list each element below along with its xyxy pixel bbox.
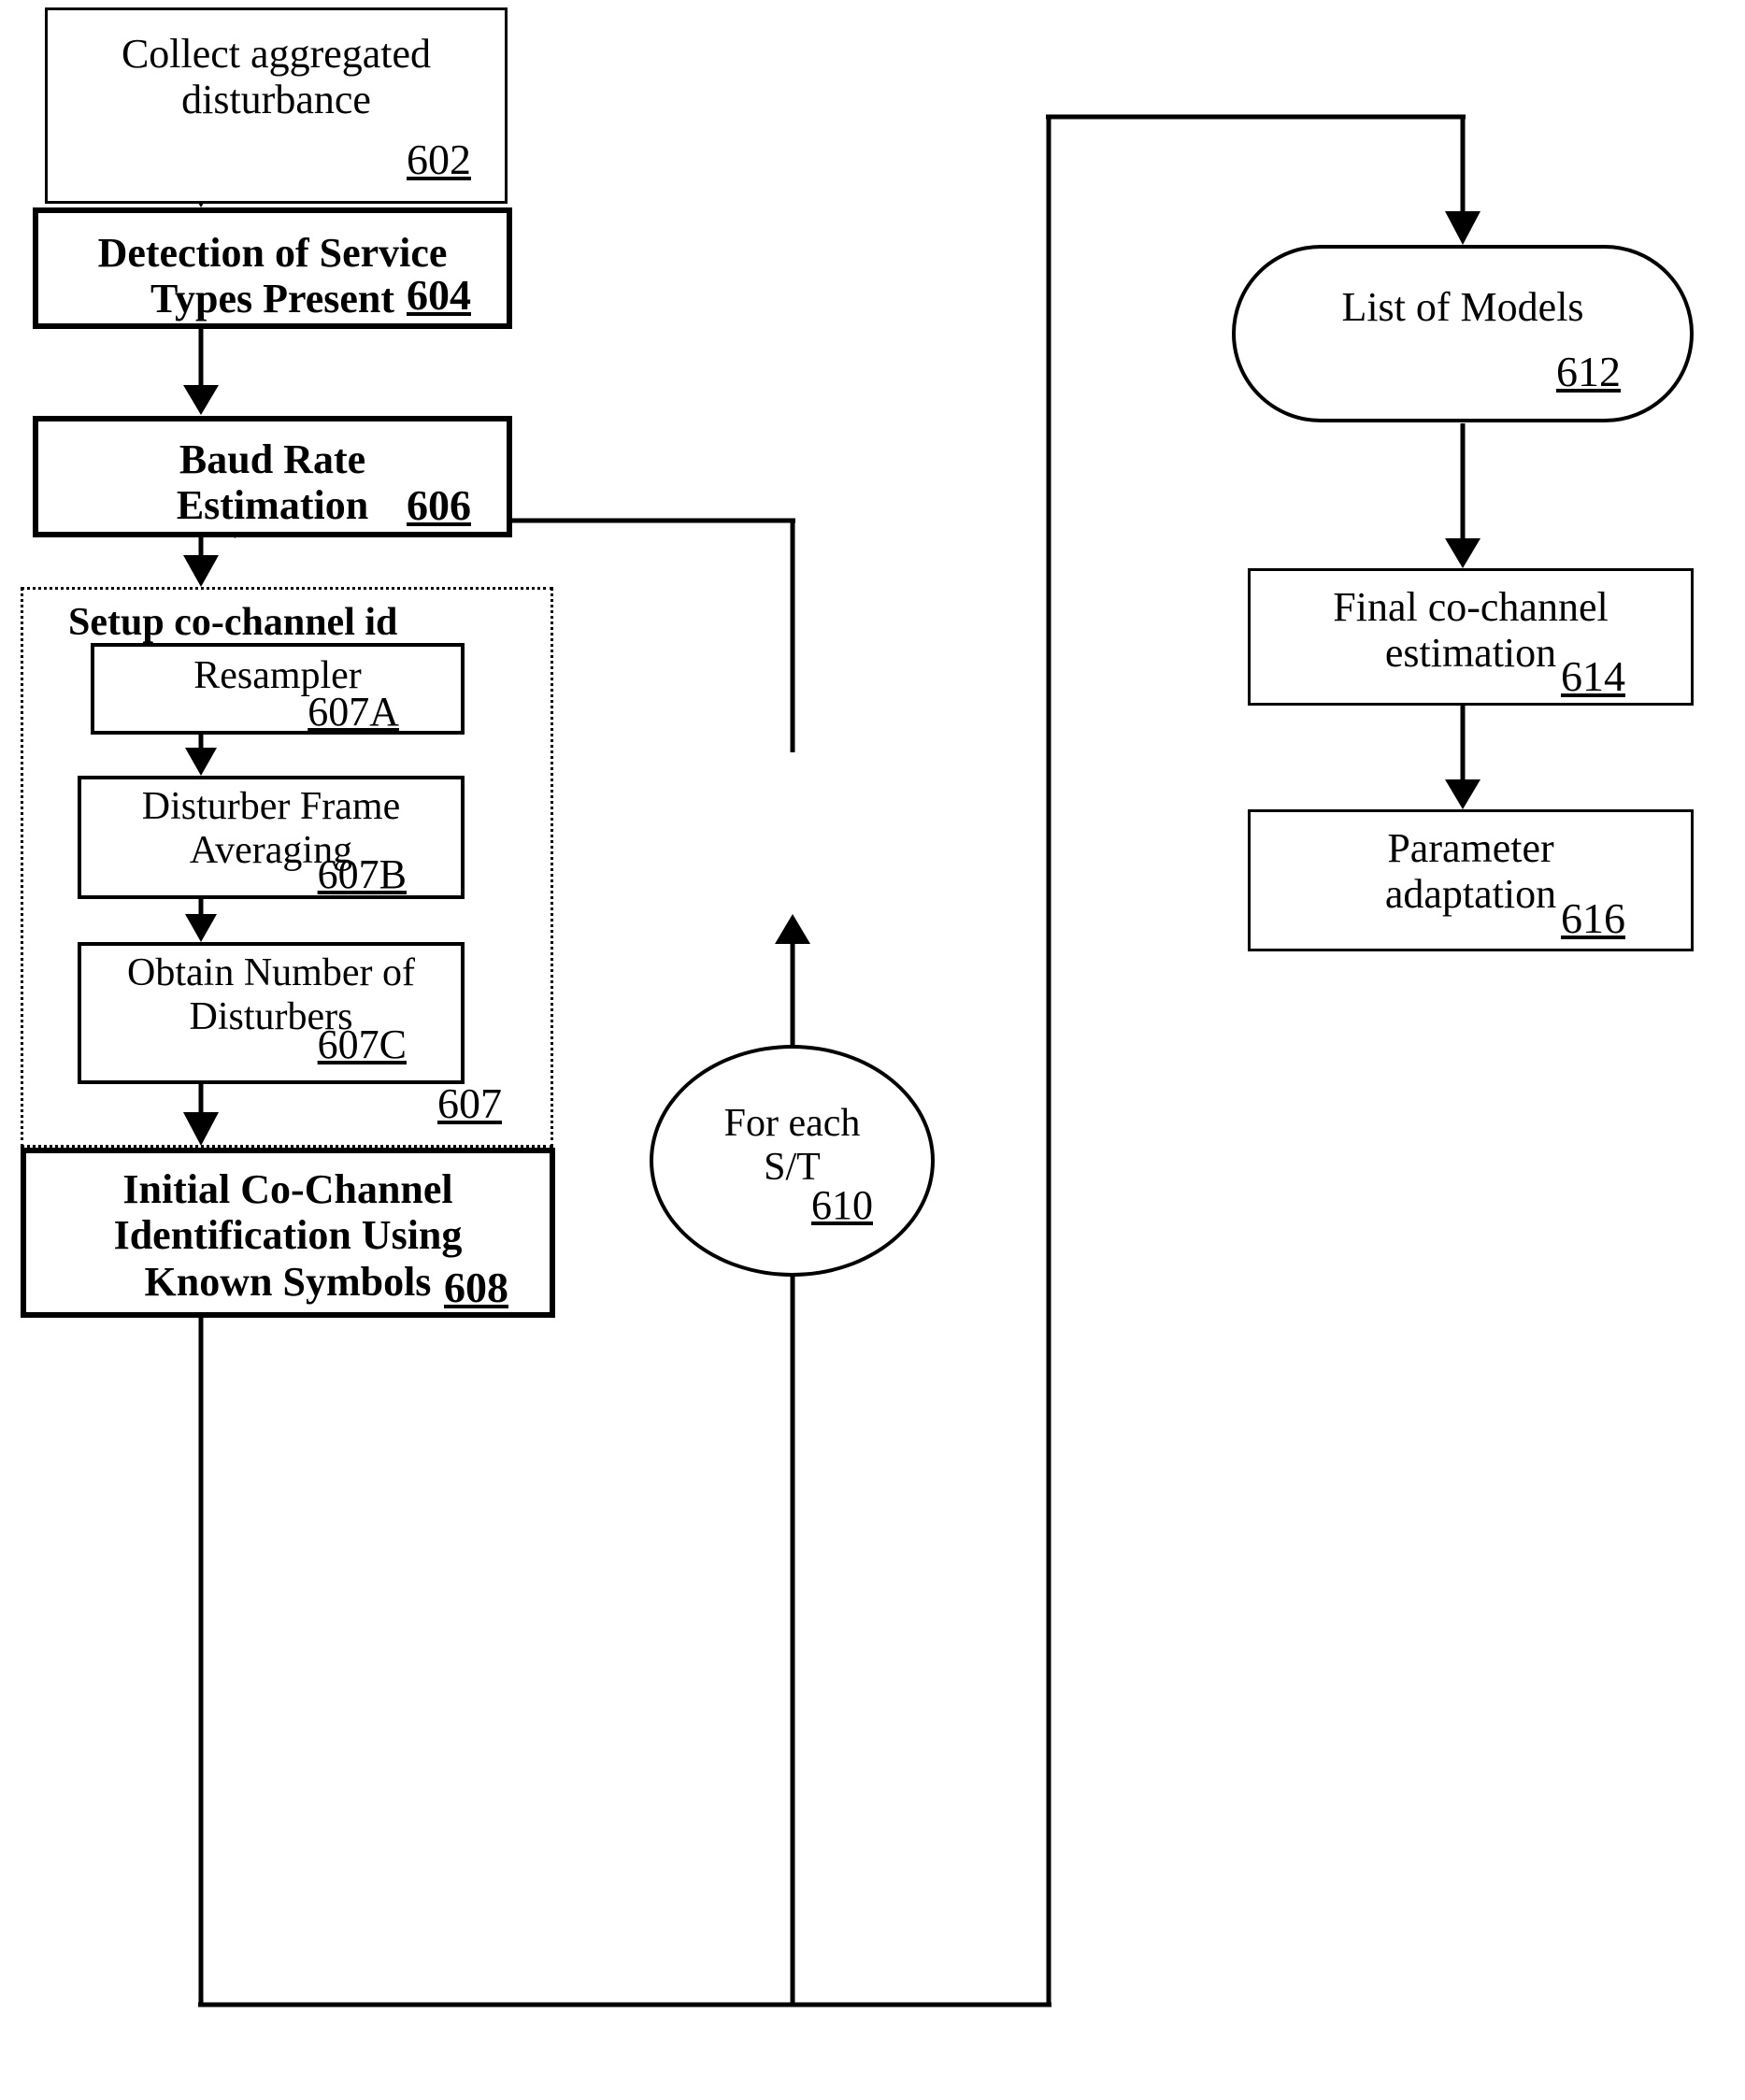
flowchart-canvas: Collect aggregated disturbance 602 Detec… [0, 0, 1745, 2100]
node-ref-614: 614 [1561, 652, 1625, 701]
node-ref-606: 606 [407, 481, 471, 530]
node-parameter-adaptation[interactable]: Parameter adaptation 616 [1248, 809, 1694, 951]
node-label: For each S/T [723, 1101, 861, 1189]
node-list-of-models[interactable]: List of Models 612 [1232, 245, 1694, 422]
node-ref-607B: 607B [317, 850, 407, 897]
node-for-each-st[interactable]: For each S/T 610 [650, 1045, 935, 1277]
node-baud-rate-estimation[interactable]: Baud Rate Estimation 606 [33, 416, 512, 537]
node-ref-604: 604 [407, 271, 471, 320]
node-resampler[interactable]: Resampler 607A [91, 643, 465, 735]
group-label: Setup co-channel id [68, 601, 398, 644]
node-initial-co-channel-identification[interactable]: Initial Co-Channel Identification Using … [21, 1148, 555, 1318]
node-disturber-frame-averaging[interactable]: Disturber Frame Averaging 607B [78, 776, 465, 899]
node-ref-607: 607 [437, 1079, 502, 1128]
node-label: List of Models [1341, 284, 1584, 330]
node-final-co-channel-estimation[interactable]: Final co-channel estimation 614 [1248, 568, 1694, 706]
node-ref-607C: 607C [317, 1021, 407, 1067]
node-label: Resampler [193, 654, 362, 697]
node-ref-608: 608 [444, 1264, 508, 1312]
node-detection-of-service-types[interactable]: Detection of Service Types Present 604 [33, 207, 512, 329]
node-ref-607A: 607A [308, 688, 399, 735]
node-ref-602: 602 [407, 136, 471, 184]
node-obtain-number-of-disturbers[interactable]: Obtain Number of Disturbers 607C [78, 942, 465, 1084]
node-label: Collect aggregated disturbance [121, 31, 432, 123]
node-ref-610: 610 [811, 1181, 873, 1228]
node-ref-616: 616 [1561, 894, 1625, 943]
node-collect-aggregated-disturbance[interactable]: Collect aggregated disturbance 602 [45, 7, 508, 204]
node-ref-612: 612 [1556, 348, 1621, 396]
